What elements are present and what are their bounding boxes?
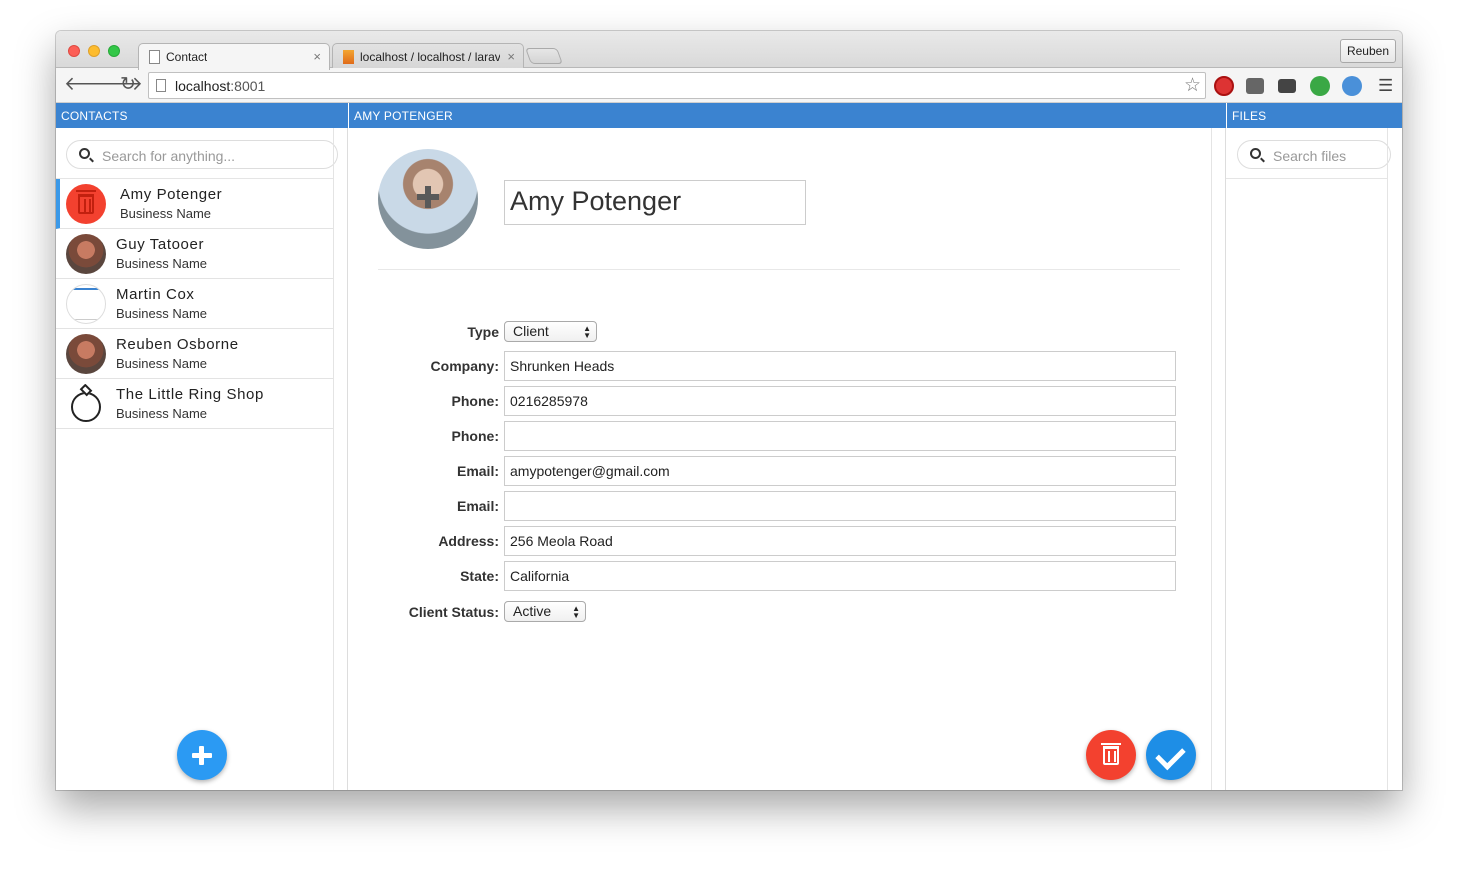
type-label: Type [467, 324, 499, 340]
globe-extension-icon[interactable] [1342, 76, 1362, 96]
divider [1226, 178, 1387, 179]
tab-phpmyadmin[interactable]: localhost / localhost / larav × [332, 43, 524, 69]
browser-toolbar: 🡐 🡒 ↻ localhost:8001 ☆ ☰ [56, 68, 1402, 103]
close-tab-icon[interactable]: × [507, 49, 515, 64]
contacts-search-input[interactable]: Search for anything... [66, 140, 338, 169]
app-body: CONTACTS Search for anything... Amy Pote… [56, 103, 1402, 790]
search-placeholder: Search for anything... [102, 148, 236, 164]
contact-list: Amy Potenger Business Name Guy Tatooer B… [56, 179, 333, 429]
contact-item-the-little-ring-shop[interactable]: The Little Ring Shop Business Name [56, 379, 333, 429]
company-label: Company: [430, 358, 499, 374]
add-contact-button[interactable] [177, 730, 227, 780]
profile-photo-upload[interactable] [378, 149, 478, 249]
url-text[interactable]: localhost:8001 [175, 78, 265, 94]
delete-contact-button[interactable] [1086, 730, 1136, 780]
contacts-panel: CONTACTS Search for anything... Amy Pote… [56, 103, 348, 790]
client-status-label: Client Status: [408, 604, 499, 620]
ring-logo-avatar [66, 384, 106, 424]
client-status-value: Active [513, 603, 552, 619]
address-bar[interactable]: localhost:8001 ☆ [148, 72, 1206, 99]
company-field[interactable]: Shrunken Heads [504, 351, 1176, 381]
profile-button[interactable]: Reuben [1339, 39, 1396, 63]
files-header: FILES [1226, 103, 1402, 128]
plus-icon [417, 186, 439, 208]
phpmyadmin-favicon-icon [343, 50, 354, 64]
email-label: Email: [456, 463, 499, 479]
tab-label: localhost / localhost / larav [360, 50, 500, 64]
files-search-input[interactable]: Search files [1237, 140, 1391, 169]
reload-icon[interactable]: ↻ [120, 75, 136, 95]
type-select[interactable]: Client ▲ ▼ [504, 321, 597, 342]
close-tab-icon[interactable]: × [313, 49, 321, 64]
bookmark-star-icon[interactable]: ☆ [1184, 74, 1201, 97]
search-placeholder: Search files [1273, 148, 1347, 164]
state-field[interactable]: California [504, 561, 1176, 591]
adblock-extension-icon[interactable] [1214, 76, 1234, 96]
email-2-field[interactable] [504, 491, 1176, 521]
screenshot-extension-icon[interactable] [1278, 79, 1296, 93]
maximize-window-button[interactable] [108, 45, 120, 57]
contact-name: The Little Ring Shop [116, 386, 264, 403]
avatar [66, 334, 106, 374]
scrollbar[interactable] [333, 128, 348, 790]
page-icon [156, 79, 166, 92]
address-field[interactable]: 256 Meola Road [504, 526, 1176, 556]
save-contact-button[interactable] [1146, 730, 1196, 780]
scrollbar[interactable] [1387, 128, 1402, 790]
contact-name-input[interactable]: Amy Potenger [504, 180, 806, 225]
tab-label: Contact [166, 50, 208, 64]
divider [378, 269, 1180, 270]
minimize-window-button[interactable] [88, 45, 100, 57]
green-d-extension-icon[interactable] [1310, 76, 1330, 96]
state-label: State: [460, 568, 499, 584]
contact-business: Business Name [116, 256, 208, 271]
select-arrows-icon: ▲ ▼ [572, 604, 580, 620]
contact-business: Business Name [116, 306, 208, 321]
phone-2-field[interactable] [504, 421, 1176, 451]
contact-name: Amy Potenger [120, 186, 223, 203]
contact-detail-panel: AMY POTENGER Amy Potenger Type Client ▲ ▼… [348, 103, 1226, 790]
trash-icon [76, 190, 96, 214]
contact-item-martin-cox[interactable]: Martin Cox Business Name [56, 279, 333, 329]
pocket-extension-icon[interactable] [1246, 78, 1264, 94]
contact-name: Guy Tatooer [116, 236, 205, 253]
new-tab-button[interactable] [525, 48, 563, 64]
delete-contact-avatar[interactable] [66, 184, 106, 224]
contact-name: Reuben Osborne [116, 336, 239, 353]
phone-field[interactable]: 0216285978 [504, 386, 1176, 416]
contact-item-guy-tatooer[interactable]: Guy Tatooer Business Name [56, 229, 333, 279]
contact-business: Business Name [116, 356, 208, 371]
trash-icon [1101, 743, 1121, 765]
address-label: Address: [438, 533, 499, 549]
scrollbar[interactable] [1211, 128, 1226, 790]
avatar [66, 234, 106, 274]
client-status-select[interactable]: Active ▲ ▼ [504, 601, 586, 622]
search-icon [79, 148, 90, 159]
phone-2-label: Phone: [451, 428, 499, 444]
email-2-label: Email: [456, 498, 499, 514]
email-field[interactable]: amypotenger@gmail.com [504, 456, 1176, 486]
select-arrows-icon: ▲ ▼ [583, 324, 591, 340]
files-panel: FILES Search files [1226, 103, 1402, 790]
hamburger-menu-icon[interactable]: ☰ [1378, 76, 1393, 96]
contacts-header: CONTACTS [56, 103, 348, 128]
detail-header: AMY POTENGER [348, 103, 1226, 128]
contact-business: Business Name [116, 406, 208, 421]
tab-strip: localhost / localhost / larav × Contact … [56, 31, 1402, 70]
type-select-value: Client [513, 323, 549, 339]
contact-business: Business Name [120, 206, 212, 221]
contact-item-reuben-osborne[interactable]: Reuben Osborne Business Name [56, 329, 333, 379]
search-icon [1250, 148, 1261, 159]
close-window-button[interactable] [68, 45, 80, 57]
contact-name: Martin Cox [116, 286, 195, 303]
browser-window: localhost / localhost / larav × Contact … [56, 31, 1402, 790]
avatar [66, 284, 106, 324]
contact-item-amy-potenger[interactable]: Amy Potenger Business Name [56, 179, 333, 229]
tab-contact[interactable]: Contact × [138, 43, 330, 70]
page-favicon-icon [149, 50, 160, 64]
phone-label: Phone: [451, 393, 499, 409]
